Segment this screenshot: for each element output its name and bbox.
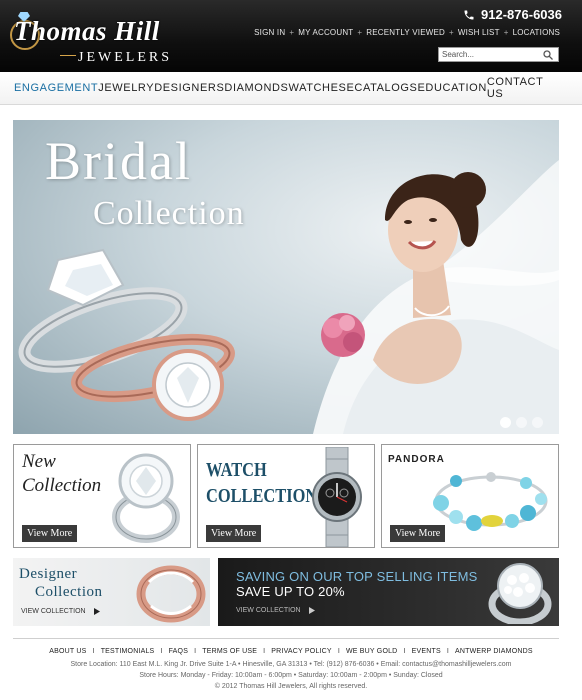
phone-number[interactable]: 912-876-6036: [463, 7, 562, 22]
site-logo[interactable]: Thomas Hill JEWELERS: [10, 10, 170, 66]
footer-link-privacy-policy[interactable]: PRIVACY POLICY: [271, 648, 332, 655]
tile-title-line2: COLLECTION: [206, 485, 318, 507]
phone-icon: [464, 10, 474, 19]
view-more-button[interactable]: View More: [206, 525, 262, 542]
saving-subheadline: SAVE UP TO 20%: [236, 584, 345, 599]
watch-image: [312, 447, 362, 547]
logo-sub-text: JEWELERS: [78, 50, 172, 65]
top-selling-savings-banner[interactable]: SAVING ON OUR TOP SELLING ITEMS SAVE UP …: [218, 558, 559, 626]
view-collection-label: VIEW COLLECTION: [21, 608, 86, 615]
link-separator: I: [337, 648, 340, 655]
designer-title-line2: Collection: [35, 584, 103, 600]
link-separator: +: [289, 28, 295, 37]
footer-link-faqs[interactable]: FAQS: [169, 648, 188, 655]
hero-title-line2: Collection: [93, 195, 245, 232]
saving-view-collection-link[interactable]: VIEW COLLECTION: [236, 607, 315, 614]
designer-title-line1: Designer: [19, 566, 78, 582]
footer-links: ABOUT US I TESTIMONIALS I FAQS I TERMS O…: [0, 648, 582, 655]
copyright: © 2012 Thomas Hill Jewelers, All rights …: [214, 683, 368, 690]
diamond-halo-ring-image: [112, 453, 180, 543]
nav-item-watches[interactable]: WATCHES: [289, 82, 347, 94]
main-navigation: ENGAGEMENT JEWELRY DESIGNERS DIAMONDS WA…: [0, 72, 582, 105]
link-separator: I: [446, 648, 449, 655]
link-separator: I: [194, 648, 197, 655]
slider-dots: [500, 417, 543, 428]
site-header: Thomas Hill JEWELERS 912-876-6036 SIGN I…: [0, 0, 582, 72]
search-icon[interactable]: [542, 49, 554, 61]
logo-divider: [60, 55, 76, 56]
nav-item-contact-us[interactable]: CONTACT US: [487, 76, 561, 100]
my-account-link[interactable]: MY ACCOUNT: [298, 28, 353, 37]
slider-dot-3[interactable]: [532, 417, 543, 428]
link-separator: +: [357, 28, 363, 37]
footer-link-antwerp-diamonds[interactable]: ANTWERP DIAMONDS: [455, 648, 533, 655]
search-box: [438, 47, 559, 62]
link-separator: +: [503, 28, 509, 37]
cluster-diamond-ring-image: [488, 563, 552, 624]
promo-tile-pandora[interactable]: PANDORA View More: [381, 444, 559, 548]
nav-item-engagement[interactable]: ENGAGEMENT: [14, 82, 98, 94]
nav-item-diamonds[interactable]: DIAMONDS: [224, 82, 288, 94]
slider-dot-1[interactable]: [500, 417, 511, 428]
store-address: Store Location: 110 East M.L. King Jr. D…: [70, 661, 512, 668]
footer-link-about-us[interactable]: ABOUT US: [49, 648, 86, 655]
nav-item-jewelry[interactable]: JEWELRY: [98, 82, 154, 94]
account-links: SIGN IN + MY ACCOUNT + RECENTLY VIEWED +…: [254, 28, 560, 37]
saving-headline: SAVING ON OUR TOP SELLING ITEMS: [236, 569, 478, 584]
link-separator: I: [403, 648, 406, 655]
arrow-right-icon: [93, 608, 100, 615]
promo-tile-watch-collection[interactable]: WATCH COLLECTION View More: [197, 444, 375, 548]
nav-item-ecatalogs[interactable]: ECATALOGS: [346, 82, 417, 94]
bride-image: [313, 160, 559, 434]
link-separator: I: [263, 648, 266, 655]
designer-ring-image: [136, 565, 206, 623]
logo-main-text: Thomas Hill: [14, 16, 160, 46]
view-collection-label: VIEW COLLECTION: [236, 607, 301, 614]
view-more-button[interactable]: View More: [22, 525, 78, 542]
designer-collection-banner[interactable]: Designer Collection VIEW COLLECTION: [13, 558, 210, 626]
wish-list-link[interactable]: WISH LIST: [458, 28, 500, 37]
footer-link-we-buy-gold[interactable]: WE BUY GOLD: [346, 648, 397, 655]
tile-title-line2: Collection: [22, 475, 102, 496]
hero-title-line1: Bridal: [45, 131, 192, 191]
locations-link[interactable]: LOCATIONS: [513, 28, 560, 37]
link-separator: I: [160, 648, 163, 655]
pandora-bracelet-image: [433, 472, 548, 531]
promo-tile-new-collection[interactable]: New Collection View More: [13, 444, 191, 548]
designer-view-collection-link[interactable]: VIEW COLLECTION: [21, 608, 100, 615]
search-input[interactable]: [439, 48, 539, 61]
store-hours: Store Hours: Monday - Friday: 10:00am - …: [139, 672, 443, 679]
footer-link-testimonials[interactable]: TESTIMONIALS: [101, 648, 155, 655]
view-more-button[interactable]: View More: [390, 525, 446, 542]
footer-link-events[interactable]: EVENTS: [412, 648, 441, 655]
phone-text: 912-876-6036: [481, 7, 562, 22]
rose-gold-ring-image: [71, 333, 235, 421]
recently-viewed-link[interactable]: RECENTLY VIEWED: [366, 28, 445, 37]
tile-title-line1: WATCH: [206, 459, 267, 481]
link-separator: +: [449, 28, 454, 37]
sign-in-link[interactable]: SIGN IN: [254, 28, 285, 37]
nav-item-education[interactable]: EDUCATION: [418, 82, 487, 94]
link-separator: I: [92, 648, 95, 655]
nav-item-designers[interactable]: DESIGNERS: [154, 82, 224, 94]
tile-title-line1: New: [22, 451, 56, 472]
footer-link-terms-of-use[interactable]: TERMS OF USE: [202, 648, 257, 655]
footer-divider: [13, 638, 559, 639]
arrow-right-icon: [308, 607, 315, 614]
slider-dot-2[interactable]: [516, 417, 527, 428]
hero-banner[interactable]: Bridal Collection: [13, 120, 559, 434]
